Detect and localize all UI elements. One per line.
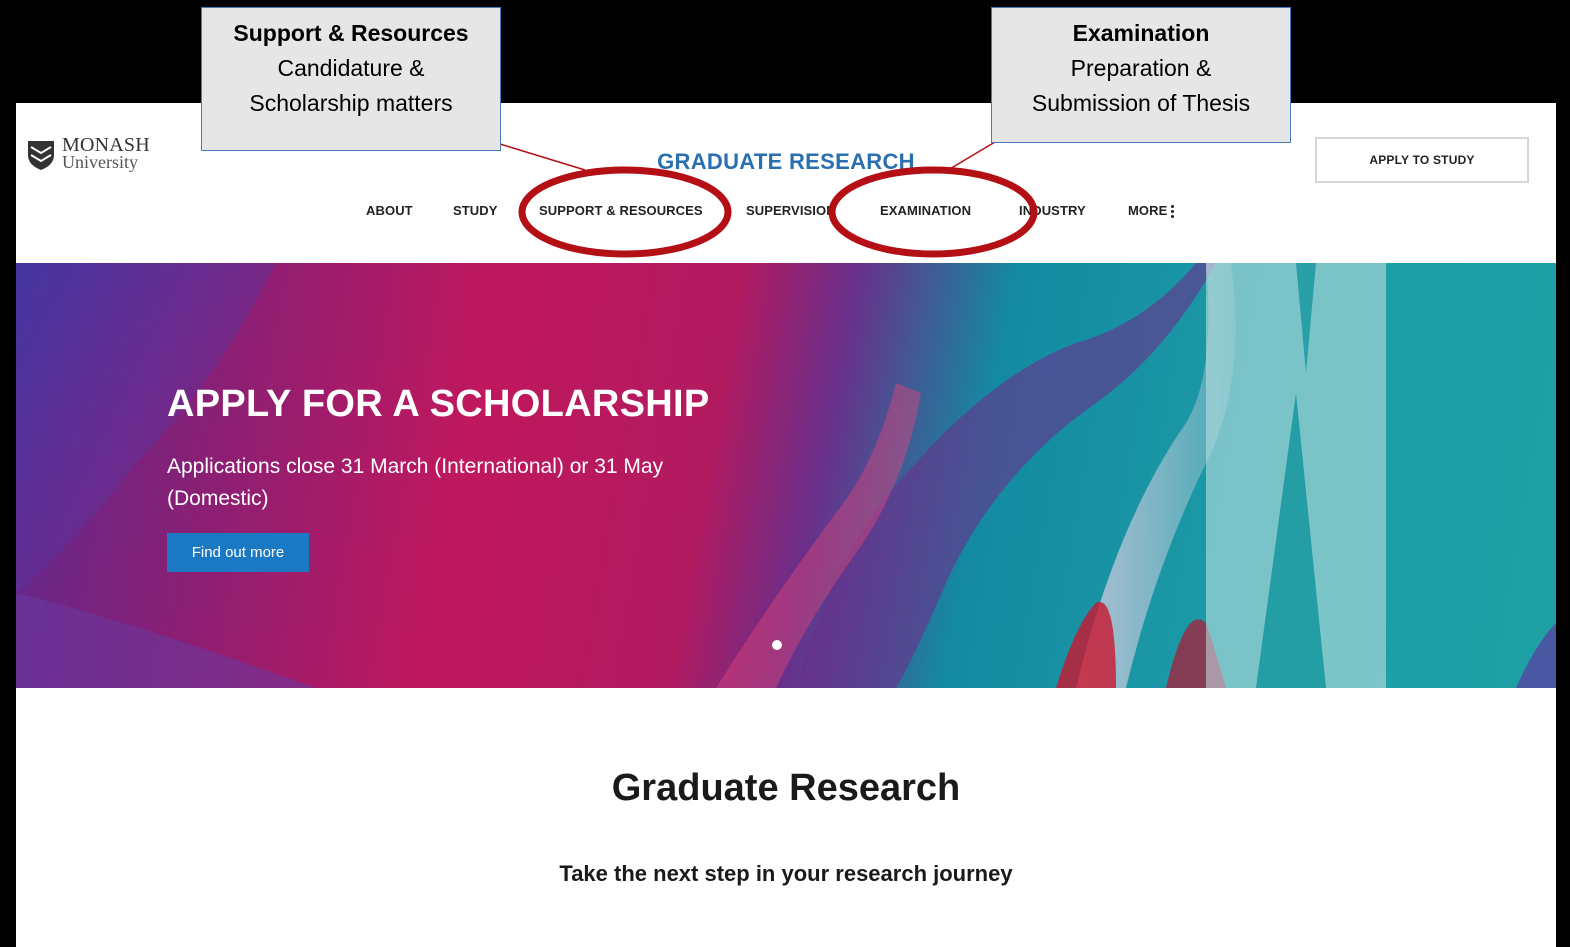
section-subtitle: Take the next step in your research jour… <box>559 861 1013 886</box>
section-title: Graduate Research <box>611 767 961 809</box>
hero-subtitle: Applications close 31 March (Internation… <box>167 455 664 510</box>
callout-title: Examination <box>1072 20 1210 46</box>
nav-industry[interactable]: INDUSTRY <box>1019 203 1086 218</box>
nav-supervision[interactable]: SUPERVISION <box>746 203 836 218</box>
website-screenshot: MONASH University GRADUATE RESEARCH APPL… <box>16 103 1556 947</box>
callout-title: Support & Resources <box>233 20 469 46</box>
callout-support-resources: Support & Resources Candidature & Schola… <box>201 7 501 151</box>
nav-study[interactable]: STUDY <box>453 203 498 218</box>
callout-line: Submission of Thesis <box>1031 90 1251 116</box>
hero-banner: APPLY FOR A SCHOLARSHIP Applications clo… <box>16 263 1556 688</box>
apply-to-study-button[interactable]: APPLY TO STUDY <box>1315 137 1529 183</box>
carousel-dot[interactable] <box>772 640 782 650</box>
nav-about[interactable]: ABOUT <box>366 203 413 218</box>
nav-more[interactable]: MORE <box>1128 203 1175 220</box>
callout-line: Preparation & <box>1070 55 1212 81</box>
more-vertical-icon <box>1171 203 1175 220</box>
callout-examination: Examination Preparation & Submission of … <box>991 7 1291 143</box>
nav-support-resources[interactable]: SUPPORT & RESOURCES <box>539 203 703 218</box>
callout-line: Scholarship matters <box>249 90 453 116</box>
nav-examination[interactable]: EXAMINATION <box>880 203 971 218</box>
find-out-more-button[interactable]: Find out more <box>167 533 309 572</box>
nav-more-label: MORE <box>1128 203 1168 218</box>
hero-title: APPLY FOR A SCHOLARSHIP <box>167 383 710 425</box>
callout-line: Candidature & <box>277 55 425 81</box>
